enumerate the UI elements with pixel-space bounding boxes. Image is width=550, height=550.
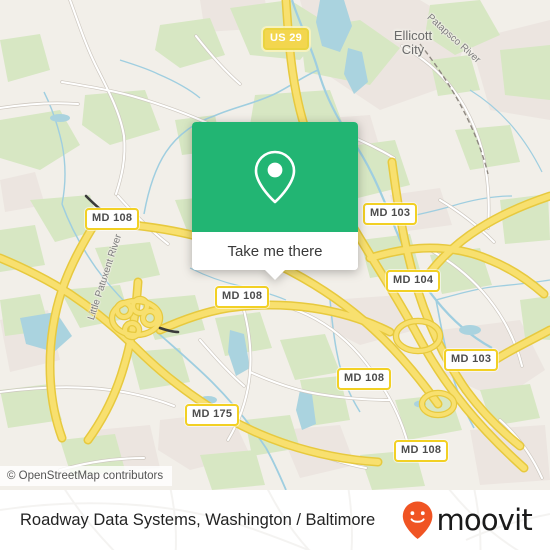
shield-md-108-south[interactable]: MD 108	[337, 368, 392, 390]
popup-footer[interactable]: Take me there	[192, 232, 358, 270]
shield-md-103-east[interactable]: MD 103	[444, 349, 499, 371]
take-me-there-button[interactable]: Take me there	[227, 243, 322, 260]
location-popup-card[interactable]: Take me there	[192, 122, 358, 280]
popup-pointer-tail	[264, 269, 286, 280]
moovit-logo[interactable]: moovit	[401, 500, 533, 540]
shield-md-108-se[interactable]: MD 108	[394, 440, 449, 462]
map-canvas[interactable]: Ellicott City Patapsco River Little Patu…	[0, 0, 550, 490]
shield-md-108-west[interactable]: MD 108	[85, 208, 140, 230]
footer-content: Roadway Data Systems, Washington / Balti…	[0, 490, 550, 550]
moovit-smiley-pin-icon	[403, 501, 433, 539]
shield-us-29[interactable]: US 29	[263, 28, 310, 50]
moovit-wordmark: moovit	[436, 502, 532, 537]
osm-attribution[interactable]: © OpenStreetMap contributors	[0, 466, 173, 486]
popup-body: Take me there	[192, 122, 358, 270]
map-screenshot: Ellicott City Patapsco River Little Patu…	[0, 0, 550, 550]
shield-md-103-north[interactable]: MD 103	[363, 203, 418, 225]
shield-md-108-center[interactable]: MD 108	[215, 286, 270, 308]
osm-attribution-text: © OpenStreetMap contributors	[7, 470, 164, 482]
shield-md-175[interactable]: MD 175	[185, 404, 240, 426]
shield-md-104[interactable]: MD 104	[386, 270, 441, 292]
popup-header	[192, 122, 358, 232]
map-pin-icon	[254, 150, 296, 204]
location-title: Roadway Data Systems, Washington / Balti…	[20, 510, 376, 529]
footer-bar: Roadway Data Systems, Washington / Balti…	[0, 490, 550, 550]
